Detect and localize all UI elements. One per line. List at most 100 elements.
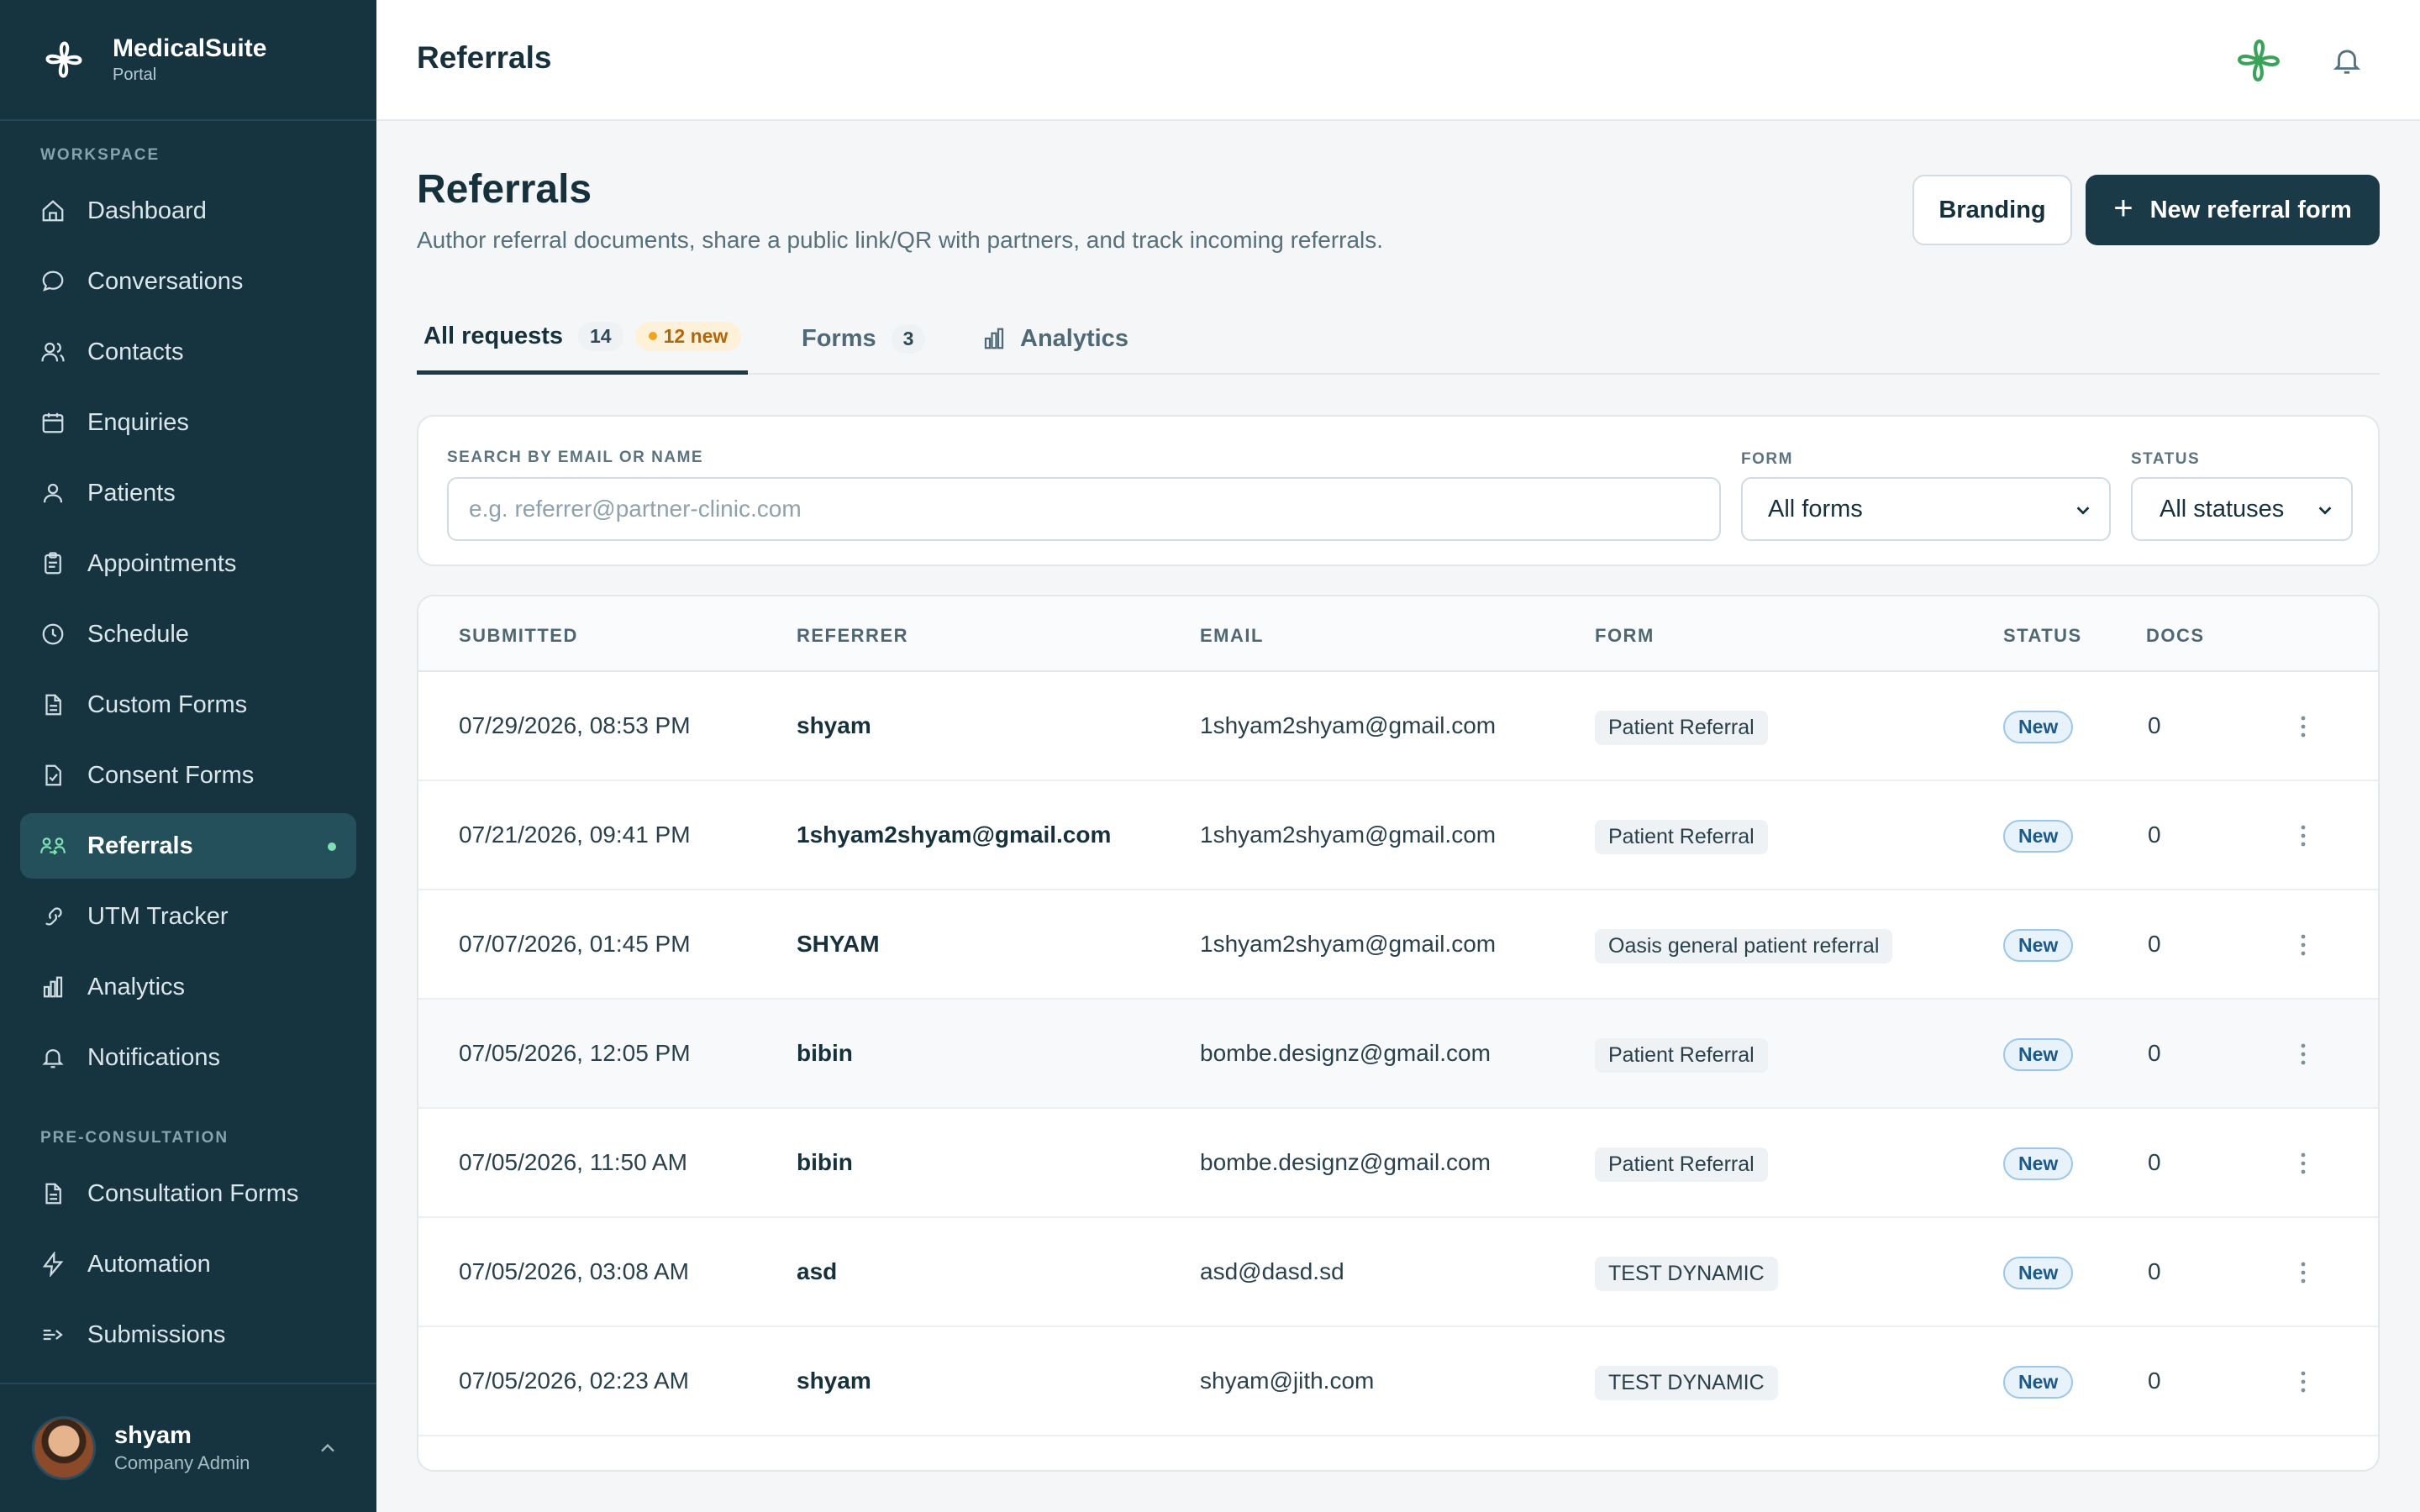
sidebar-item-notifications[interactable]: Notifications [20, 1025, 356, 1090]
brand-subtitle: Portal [113, 66, 157, 84]
more-options-icon[interactable] [2299, 1042, 2307, 1067]
chat-icon [42, 270, 64, 291]
tabs: All requests 14 12 new Forms 3 Analytics [417, 302, 2380, 375]
column-header-referrer[interactable]: REFERRER [797, 625, 908, 647]
status-filter-select[interactable]: All statuses [2131, 477, 2353, 541]
sidebar-item-enquiries[interactable]: Enquiries [20, 390, 356, 455]
new-referral-form-button[interactable]: + New referral form [2086, 175, 2380, 245]
filter-panel: SEARCH BY EMAIL OR NAME FORM All forms S… [417, 415, 2380, 566]
table-row[interactable]: 07/05/2026, 12:05 PM bibin bombe.designz… [418, 1000, 2378, 1109]
docs-cell: 0 [2148, 712, 2161, 738]
table-row[interactable]: 07/05/2026, 02:23 AM shyam shyam@jith.co… [418, 1327, 2378, 1436]
more-options-icon[interactable] [2299, 1369, 2307, 1394]
bar-chart-icon [984, 328, 1004, 349]
docs-cell: 0 [2148, 1258, 2161, 1284]
status-badge: New [2003, 929, 2074, 962]
submitted-cell: 07/05/2026, 02:23 AM [459, 1368, 689, 1394]
form-chip: TEST DYNAMIC [1595, 1366, 1778, 1400]
docs-cell: 0 [2148, 1149, 2161, 1175]
form-filter-value: All forms [1768, 495, 1863, 522]
sidebar-item-consultation-forms[interactable]: Consultation Forms [20, 1161, 356, 1226]
sidebar-item-submissions[interactable]: Submissions [20, 1302, 356, 1368]
home-icon [42, 200, 64, 222]
sidebar-item-appointments[interactable]: Appointments [20, 531, 356, 596]
table-row[interactable]: 07/29/2026, 08:53 PM shyam 1shyam2shyam@… [418, 672, 2378, 781]
form-chip: TEST DYNAMIC [1595, 1257, 1778, 1291]
form-chip: Oasis general patient referral [1595, 929, 1893, 963]
count-badge: 14 [578, 322, 623, 351]
sidebar-item-dashboard[interactable]: Dashboard [20, 178, 356, 244]
sidebar-item-schedule[interactable]: Schedule [20, 601, 356, 667]
page-title: Referrals [417, 167, 592, 212]
search-label: SEARCH BY EMAIL OR NAME [447, 449, 704, 466]
tab-forms[interactable]: Forms 3 [802, 302, 926, 375]
page-subtitle: Author referral documents, share a publi… [417, 227, 1384, 253]
submitted-cell: 07/07/2026, 01:45 PM [459, 931, 691, 957]
tab-analytics[interactable]: Analytics [981, 302, 1128, 375]
table-row[interactable]: 07/21/2026, 09:41 PM 1shyam2shyam@gmail.… [418, 781, 2378, 890]
avatar [32, 1416, 96, 1480]
form-filter-select[interactable]: All forms [1741, 477, 2111, 541]
sidebar-item-utm-tracker[interactable]: UTM Tracker [20, 884, 356, 949]
docs-cell: 0 [2148, 931, 2161, 957]
submitted-cell: 07/05/2026, 03:08 AM [459, 1258, 689, 1284]
more-options-icon[interactable] [2299, 932, 2307, 958]
user-menu[interactable]: shyam Company Admin [0, 1383, 376, 1512]
sidebar-item-patients[interactable]: Patients [20, 460, 356, 526]
sidebar-item-consent-forms[interactable]: Consent Forms [20, 743, 356, 808]
sidebar-item-referrals[interactable]: Referrals [20, 813, 356, 879]
sidebar-item-label: Referrals [87, 832, 193, 859]
sidebar-item-analytics[interactable]: Analytics [20, 954, 356, 1020]
column-header-email[interactable]: EMAIL [1200, 625, 1264, 647]
document-icon [45, 694, 61, 716]
more-options-icon[interactable] [2299, 1151, 2307, 1176]
column-header-submitted[interactable]: SUBMITTED [459, 625, 578, 647]
branding-button[interactable]: Branding [1912, 175, 2072, 245]
sidebar-item-label: Consent Forms [87, 761, 255, 789]
sidebar-item-label: Analytics [87, 973, 186, 1000]
sidebar-item-conversations[interactable]: Conversations [20, 249, 356, 314]
brand[interactable]: MedicalSuite Portal [0, 0, 376, 121]
chevron-up-icon [321, 1443, 334, 1452]
email-cell: 1shyam2shyam@gmail.com [1200, 822, 1497, 848]
top-header: Referrals [376, 0, 2420, 121]
referrals-table: SUBMITTED REFERRER EMAIL FORM STATUS DOC… [417, 595, 2380, 1472]
column-header-form[interactable]: FORM [1595, 625, 1655, 647]
tab-all-requests[interactable]: All requests 14 12 new [417, 302, 749, 375]
form-chip: Patient Referral [1595, 1147, 1768, 1182]
new-referral-form-label: New referral form [2149, 196, 2352, 223]
link-icon [45, 907, 62, 926]
more-options-icon[interactable] [2299, 823, 2307, 848]
referrer-cell: bibin [797, 1149, 853, 1175]
table-row[interactable]: 07/05/2026, 11:50 AM bibin bombe.designz… [418, 1109, 2378, 1218]
user-name: shyam [114, 1422, 192, 1449]
status-badge: New [2003, 1257, 2074, 1289]
table-row[interactable]: 07/07/2026, 01:45 PM SHYAM 1shyam2shyam@… [418, 890, 2378, 1000]
active-indicator-dot [328, 843, 336, 851]
form-chip: Patient Referral [1595, 820, 1768, 854]
column-header-docs[interactable]: DOCS [2146, 625, 2205, 647]
chevron-down-icon [2076, 507, 2090, 515]
status-badge: New [2003, 711, 2074, 743]
status-badge: New [2003, 1038, 2074, 1071]
submitted-cell: 07/21/2026, 09:41 PM [459, 822, 691, 848]
table-header: SUBMITTED REFERRER EMAIL FORM STATUS DOC… [418, 596, 2378, 672]
email-cell: 1shyam2shyam@gmail.com [1200, 712, 1497, 738]
notifications-bell-icon[interactable] [2331, 44, 2363, 77]
submitted-cell: 07/05/2026, 11:50 AM [459, 1149, 687, 1175]
table-row[interactable]: 07/05/2026, 03:08 AM asd asd@dasd.sd TES… [418, 1218, 2378, 1327]
sidebar-item-automation[interactable]: Automation [20, 1231, 356, 1297]
preconsultation-section-label: PRE-CONSULTATION [40, 1129, 229, 1147]
tab-label: Analytics [1020, 324, 1128, 352]
sidebar-item-label: Custom Forms [87, 690, 248, 718]
sidebar-item-contacts[interactable]: Contacts [20, 319, 356, 385]
user-role: Company Admin [114, 1452, 250, 1473]
more-options-icon[interactable] [2299, 1260, 2307, 1285]
more-options-icon[interactable] [2299, 714, 2307, 739]
sidebar-item-custom-forms[interactable]: Custom Forms [20, 672, 356, 738]
column-header-status[interactable]: STATUS [2003, 625, 2082, 647]
search-input[interactable] [447, 477, 1721, 541]
calendar-icon [42, 412, 64, 433]
email-cell: bombe.designz@gmail.com [1200, 1040, 1491, 1066]
email-cell: 1shyam2shyam@gmail.com [1200, 931, 1497, 957]
